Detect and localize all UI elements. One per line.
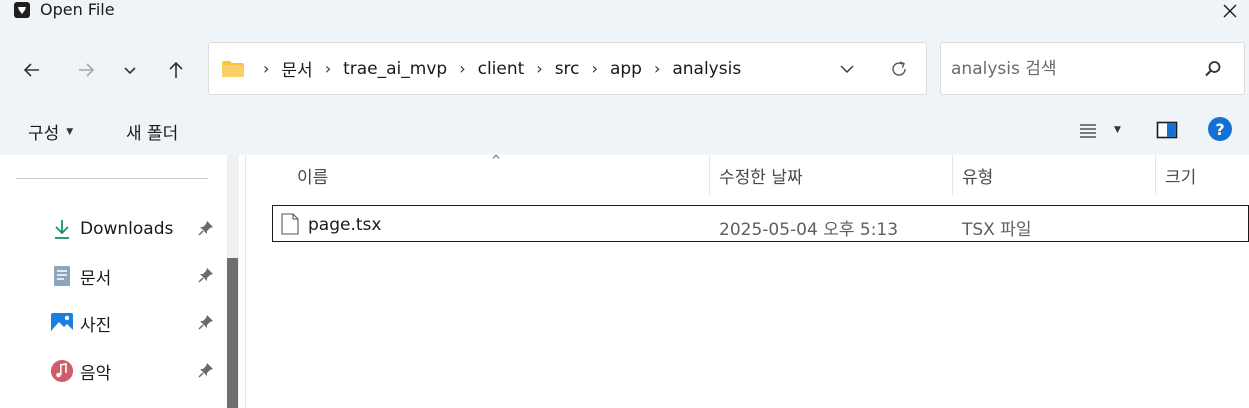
column-divider[interactable] bbox=[709, 155, 710, 195]
chevron-down-icon bbox=[840, 65, 854, 73]
search-icon[interactable] bbox=[1203, 59, 1223, 79]
file-type: TSX 파일 bbox=[962, 220, 1032, 240]
navigation-pane: Downloads 문서 사진 음악 bbox=[0, 155, 246, 408]
download-icon bbox=[50, 217, 74, 241]
address-bar[interactable]: › 문서 › trae_ai_mvp › client › src › app … bbox=[208, 42, 927, 95]
breadcrumb-documents[interactable]: 문서 bbox=[279, 56, 314, 81]
pin-icon[interactable] bbox=[198, 362, 214, 378]
file-icon bbox=[281, 213, 299, 235]
arrow-right-icon bbox=[79, 63, 95, 77]
sidebar-item-music[interactable]: 음악 bbox=[50, 355, 220, 387]
column-header-size[interactable]: 크기 bbox=[1165, 163, 1196, 188]
breadcrumb-separator[interactable]: › bbox=[644, 59, 670, 78]
preview-pane-button[interactable] bbox=[1154, 116, 1180, 144]
organize-button[interactable]: 구성 ▼ bbox=[28, 119, 73, 144]
caret-down-icon: ▼ bbox=[1114, 125, 1121, 135]
divider bbox=[16, 178, 208, 179]
pin-icon[interactable] bbox=[198, 267, 214, 283]
sidebar-item-label: 사진 bbox=[80, 315, 112, 336]
documents-icon bbox=[50, 264, 74, 288]
caret-down-icon: ▼ bbox=[66, 126, 74, 137]
breadcrumb-analysis[interactable]: analysis bbox=[670, 59, 743, 79]
breadcrumb-separator[interactable]: › bbox=[582, 59, 608, 78]
command-bar: 구성 ▼ 새 폴더 bbox=[0, 106, 1249, 154]
up-button[interactable] bbox=[160, 54, 192, 86]
view-options-button[interactable]: ▼ bbox=[1078, 116, 1128, 144]
column-header-modified[interactable]: 수정한 날짜 bbox=[719, 163, 803, 188]
folder-icon bbox=[222, 60, 244, 77]
back-button[interactable] bbox=[16, 54, 48, 86]
app-icon bbox=[14, 2, 30, 18]
pictures-icon bbox=[50, 311, 74, 335]
file-modified: 2025-05-04 오후 5:13 bbox=[719, 220, 899, 240]
breadcrumb-separator[interactable]: › bbox=[315, 59, 341, 78]
arrow-left-icon bbox=[23, 63, 39, 77]
breadcrumb-client[interactable]: client bbox=[476, 59, 527, 79]
details-view-icon bbox=[1080, 124, 1096, 138]
recent-locations-button[interactable] bbox=[114, 54, 146, 86]
window-title: Open File bbox=[40, 0, 115, 19]
sidebar-item-pictures[interactable]: 사진 bbox=[50, 307, 220, 339]
sidebar-item-label: Downloads bbox=[80, 219, 174, 239]
column-header-type[interactable]: 유형 bbox=[962, 163, 993, 188]
breadcrumb: › 문서 › trae_ai_mvp › client › src › app … bbox=[221, 43, 743, 94]
breadcrumb-src[interactable]: src bbox=[553, 59, 582, 79]
new-folder-button[interactable]: 새 폴더 bbox=[126, 119, 178, 144]
open-file-dialog: Open File › 문서 › trae_ai_mvp › client › … bbox=[0, 0, 1249, 408]
refresh-button[interactable] bbox=[885, 55, 913, 83]
scrollbar-thumb[interactable] bbox=[227, 258, 238, 408]
sidebar-item-documents[interactable]: 문서 bbox=[50, 260, 220, 292]
music-icon bbox=[50, 359, 74, 383]
sidebar-item-label: 문서 bbox=[80, 268, 112, 289]
breadcrumb-separator[interactable]: › bbox=[449, 59, 475, 78]
close-icon bbox=[1223, 4, 1237, 18]
breadcrumb-trae-ai-mvp[interactable]: trae_ai_mvp bbox=[341, 59, 449, 79]
close-button[interactable] bbox=[1216, 0, 1244, 22]
column-divider[interactable] bbox=[1155, 155, 1156, 195]
pin-icon[interactable] bbox=[198, 220, 214, 236]
sidebar-item-downloads[interactable]: Downloads bbox=[50, 213, 220, 245]
file-list: ^ 이름 수정한 날짜 유형 크기 page.tsx 2025-05-04 오후… bbox=[246, 153, 1249, 408]
forward-button[interactable] bbox=[70, 54, 102, 86]
table-row[interactable]: page.tsx 2025-05-04 오후 5:13 TSX 파일 bbox=[272, 205, 1249, 242]
breadcrumb-separator[interactable]: › bbox=[526, 59, 552, 78]
title-bar: Open File bbox=[0, 0, 1249, 26]
breadcrumb-separator: › bbox=[263, 59, 270, 78]
new-folder-label: 새 폴더 bbox=[126, 124, 179, 144]
column-divider[interactable] bbox=[952, 155, 953, 195]
chevron-down-icon bbox=[124, 67, 136, 75]
organize-label: 구성 bbox=[28, 124, 60, 144]
preview-pane-icon bbox=[1156, 121, 1178, 139]
sort-ascending-icon: ^ bbox=[491, 153, 502, 167]
address-history-button[interactable] bbox=[833, 55, 861, 83]
breadcrumb-app[interactable]: app bbox=[608, 59, 644, 79]
help-icon[interactable]: ? bbox=[1208, 117, 1232, 141]
pin-icon[interactable] bbox=[198, 314, 214, 330]
file-name: page.tsx bbox=[308, 215, 382, 235]
refresh-icon bbox=[892, 61, 906, 76]
sidebar-item-label: 음악 bbox=[80, 363, 112, 384]
search-box[interactable] bbox=[940, 42, 1245, 95]
search-input[interactable] bbox=[951, 57, 1191, 81]
arrow-up-icon bbox=[169, 61, 183, 78]
column-header-name[interactable]: 이름 bbox=[297, 163, 328, 188]
